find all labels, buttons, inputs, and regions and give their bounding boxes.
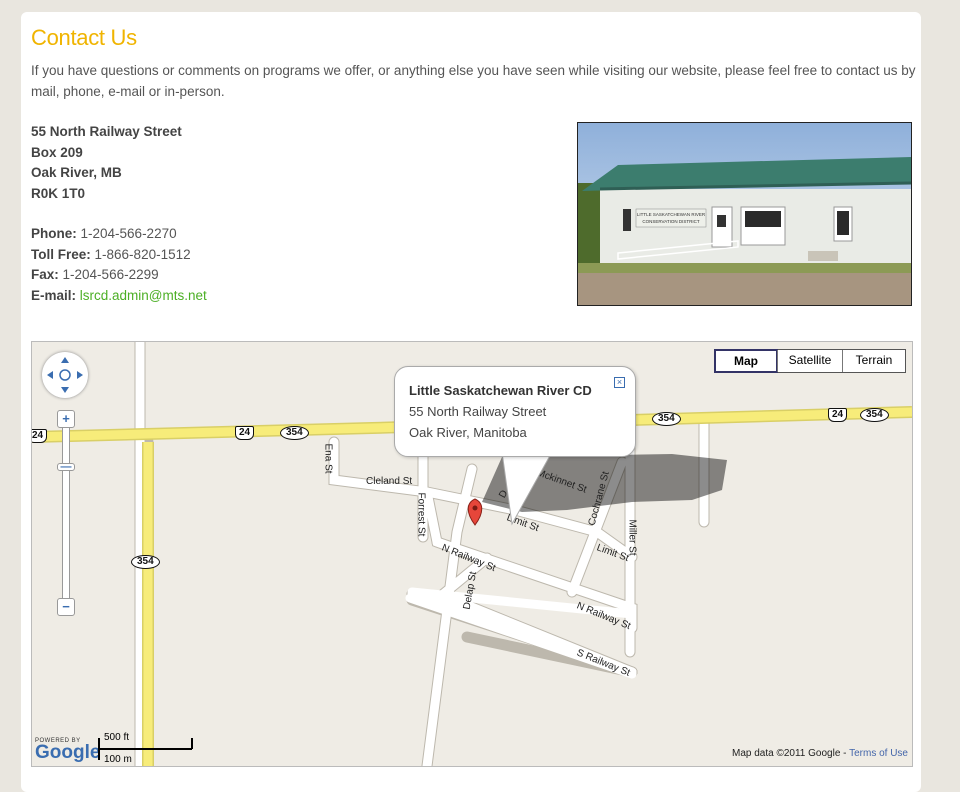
map-type-terrain-button[interactable]: Terrain (842, 350, 905, 372)
bubble-tail (501, 452, 554, 526)
pan-arrows-icon (47, 357, 83, 393)
highway-354-shield: 354 (860, 408, 889, 422)
google-logo[interactable]: POWERED BY Google (35, 738, 100, 762)
mailing-address: 55 North Railway Street Box 209 Oak Rive… (31, 122, 182, 204)
highway-354-shield: 354 (131, 555, 160, 569)
scale-ft-label: 500 ft (104, 732, 130, 743)
street-label-ena: Ena St (322, 443, 334, 474)
info-window: Little Saskatchewan River CD 55 North Ra… (394, 366, 636, 457)
terms-of-use-link[interactable]: Terms of Use (849, 748, 908, 759)
address-line: R0K 1T0 (31, 185, 86, 201)
tollfree-row: Toll Free: 1-866-820-1512 (31, 245, 207, 266)
google-wordmark: Google (35, 742, 101, 763)
street-label-cleland: Cleland St (366, 476, 413, 487)
highway-354-shield: 354 (280, 426, 309, 440)
tollfree-value: 1-866-820-1512 (94, 246, 191, 262)
fax-value: 1-204-566-2299 (62, 267, 159, 282)
pan-control[interactable] (42, 352, 88, 398)
highway-354-shield: 354 (652, 412, 681, 426)
zoom-slider-handle[interactable]: — (57, 461, 75, 473)
close-icon[interactable]: × (614, 377, 625, 388)
zoom-in-button[interactable]: + (57, 410, 75, 428)
scale-bar: 500 ft 100 m (98, 730, 194, 766)
info-window-line: 55 North Railway Street (409, 404, 547, 419)
map-container[interactable]: 24 354 354 24 354 354 24 Ena St Cleland … (31, 341, 913, 767)
map-type-satellite-button[interactable]: Satellite (777, 350, 842, 372)
highway-24-shield: 24 (32, 429, 48, 443)
email-row: E-mail: lsrcd.admin@mts.net (31, 286, 207, 307)
map-attribution: Map data ©2011 Google - Terms of Use (732, 748, 908, 759)
page-title: Contact Us (31, 25, 137, 50)
highway-24-shield: 24 (235, 426, 255, 440)
phone-row: Phone: 1-204-566-2270 (31, 224, 207, 245)
info-window-title: Little Saskatchewan River CD (409, 383, 592, 398)
zoom-slider-track[interactable] (62, 414, 70, 608)
zoom-out-button[interactable]: − (57, 598, 75, 616)
tollfree-label: Toll Free: (31, 246, 91, 262)
zoom-handle-icon: — (60, 461, 72, 473)
intro-paragraph: If you have questions or comments on pro… (31, 63, 916, 99)
map-data-text: Map data ©2011 Google - (732, 748, 850, 759)
address-line: Oak River, MB (31, 165, 122, 180)
highway-24-shield: 24 (828, 408, 848, 422)
contact-details: Phone: 1-204-566-2270 Toll Free: 1-866-8… (31, 224, 207, 306)
map-type-control: Map Satellite Terrain (714, 349, 906, 373)
fax-label: Fax: (31, 267, 59, 282)
fax-row: Fax: 1-204-566-2299 (31, 265, 207, 286)
office-photo: LITTLE SASKATCHEWAN RIVER CONSERVATION D… (577, 122, 912, 306)
map-type-map-button[interactable]: Map (714, 349, 778, 373)
scale-m-label: 100 m (104, 754, 132, 765)
street-label-forrest: Forrest St (415, 492, 427, 537)
phone-label: Phone: (31, 226, 77, 241)
sign-line1: LITTLE SASKATCHEWAN RIVER (637, 212, 706, 217)
address-line: Box 209 (31, 144, 83, 160)
sign-line2: CONSERVATION DISTRICT (642, 219, 700, 224)
email-label: E-mail: (31, 287, 77, 303)
info-window-line: Oak River, Manitoba (409, 425, 527, 440)
street-label-miller: Miller St (626, 519, 638, 556)
email-link[interactable]: lsrcd.admin@mts.net (80, 288, 207, 303)
address-line: 55 North Railway Street (31, 124, 182, 139)
phone-value: 1-204-566-2270 (80, 226, 177, 241)
